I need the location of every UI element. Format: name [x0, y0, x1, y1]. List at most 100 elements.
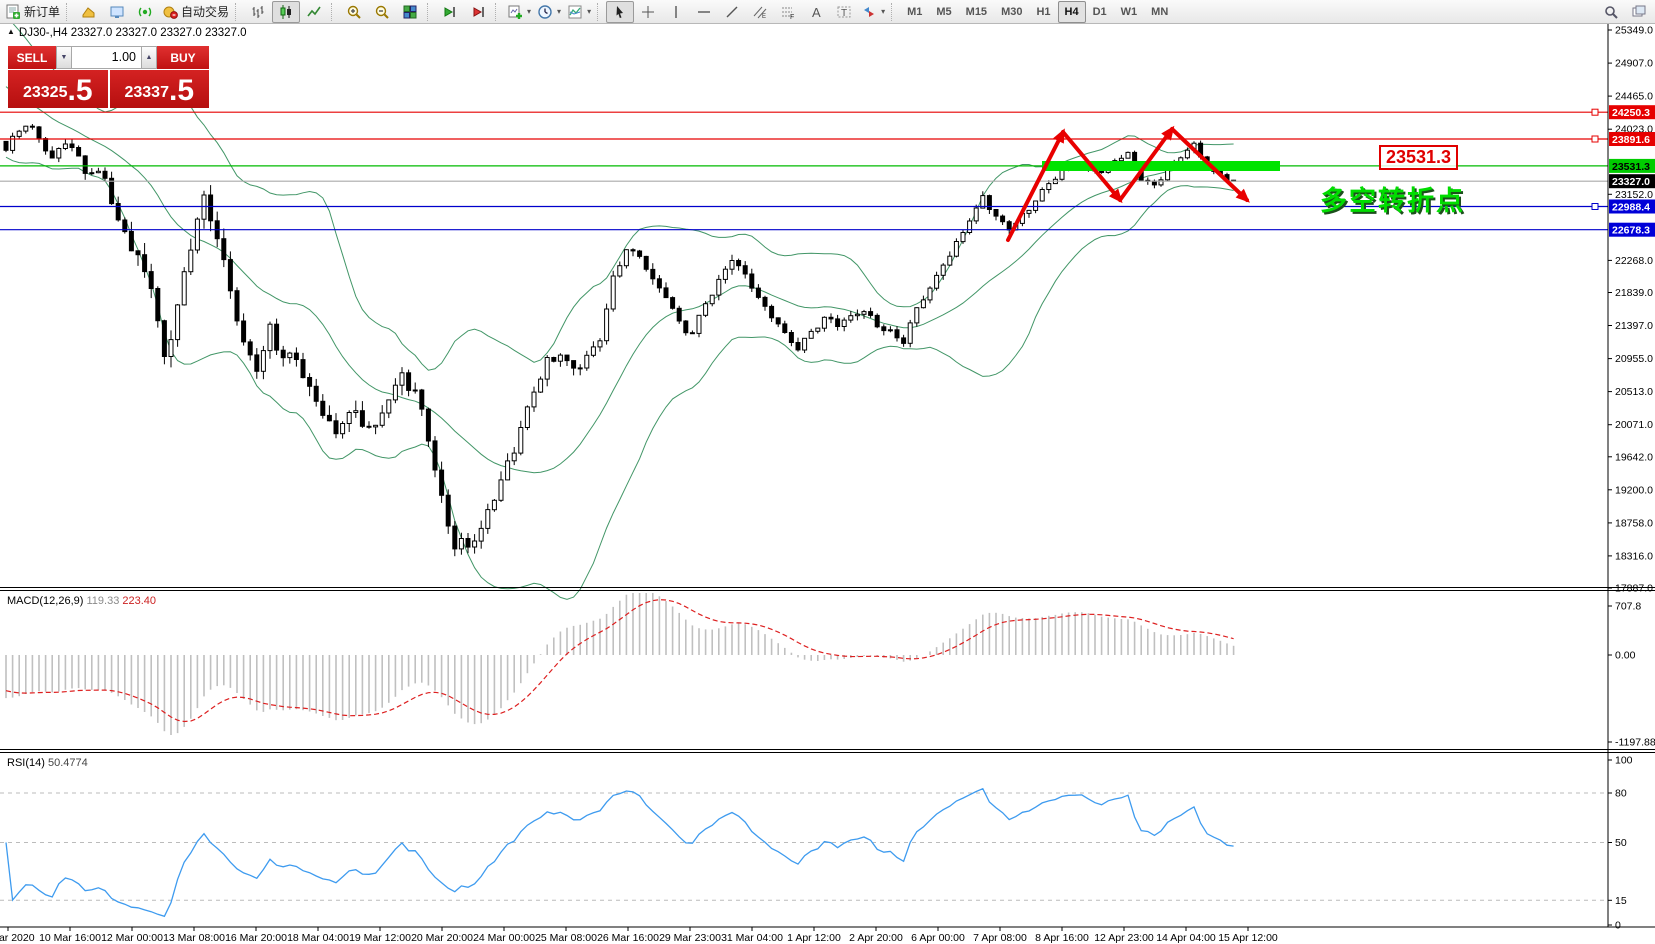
svg-text:12 Mar 00:00: 12 Mar 00:00: [101, 932, 163, 944]
auto-scroll-button[interactable]: [436, 1, 464, 23]
windows-icon: [1631, 4, 1647, 20]
line-chart-button[interactable]: [300, 1, 328, 23]
templates-button[interactable]: ▾: [564, 1, 594, 23]
windows-button[interactable]: [1625, 1, 1653, 23]
volume-increase-button[interactable]: ▲: [141, 46, 157, 69]
toolbar-separator: [66, 3, 71, 21]
svg-text:17887.0: 17887.0: [1615, 583, 1653, 595]
price-axis: 25349.024907.024465.024023.023152.022268…: [1608, 25, 1655, 932]
buy-price-panel[interactable]: 23337.5: [110, 70, 210, 108]
svg-text:2 Apr 20:00: 2 Apr 20:00: [849, 932, 903, 944]
chevron-down-icon[interactable]: ▾: [527, 7, 531, 16]
svg-text:22678.3: 22678.3: [1612, 225, 1650, 237]
chevron-down-icon[interactable]: ▾: [587, 7, 591, 16]
candlestick-icon: [278, 4, 294, 20]
support-zone-band[interactable]: [1042, 161, 1280, 171]
chevron-down-icon[interactable]: ▾: [881, 7, 885, 16]
toolbar-separator: [235, 3, 240, 21]
signals-button[interactable]: [131, 1, 159, 23]
svg-text:13 Mar 08:00: 13 Mar 08:00: [163, 932, 225, 944]
auto-scroll-icon: [442, 4, 458, 20]
zoom-in-button[interactable]: [340, 1, 368, 23]
svg-text:21839.0: 21839.0: [1615, 287, 1653, 299]
timeframe-m15-button[interactable]: M15: [959, 1, 994, 23]
fibonacci-button[interactable]: F: [774, 1, 802, 23]
svg-text:23891.6: 23891.6: [1612, 134, 1650, 146]
svg-text:23152.0: 23152.0: [1615, 189, 1653, 201]
text-button[interactable]: A: [802, 1, 830, 23]
svg-text:18316.0: 18316.0: [1615, 550, 1653, 562]
svg-text:15: 15: [1615, 895, 1627, 907]
turning-point-annotation[interactable]: 多空转折点: [1320, 179, 1465, 218]
label-icon: T: [836, 4, 852, 20]
macd-indicator-label: MACD(12,26,9) 119.33 223.40: [7, 595, 156, 607]
chart-canvas[interactable]: 25349.024907.024465.024023.023152.022268…: [0, 0, 1655, 944]
candlestick-button[interactable]: [272, 1, 300, 23]
auto-trading-icon: [162, 4, 178, 20]
svg-text:23531.3: 23531.3: [1612, 161, 1650, 173]
svg-text:24465.0: 24465.0: [1615, 91, 1653, 103]
svg-text:20071.0: 20071.0: [1615, 419, 1653, 431]
timeframe-m30-button[interactable]: M30: [994, 1, 1029, 23]
tile-windows-button[interactable]: [396, 1, 424, 23]
sell-button[interactable]: SELL: [8, 46, 56, 69]
channel-icon: E: [752, 4, 768, 20]
timeframe-m5-button[interactable]: M5: [929, 1, 958, 23]
svg-text:20 Mar 20:00: 20 Mar 20:00: [411, 932, 473, 944]
shapes-icon: [861, 4, 877, 20]
toolbar-group: 新订单: [2, 1, 63, 23]
zoom-out-button[interactable]: [368, 1, 396, 23]
cursor-button[interactable]: [606, 1, 634, 23]
timeframe-h1-button[interactable]: H1: [1029, 1, 1057, 23]
svg-text:20955.0: 20955.0: [1615, 353, 1653, 365]
toolbar-group: 自动交易: [75, 1, 232, 23]
search-button[interactable]: [1597, 1, 1625, 23]
bar-chart-button[interactable]: [244, 1, 272, 23]
timeframe-h4-button[interactable]: H4: [1058, 1, 1086, 23]
horizontal-line-button[interactable]: [690, 1, 718, 23]
auto-trading-label: 自动交易: [181, 3, 229, 20]
sell-price-panel[interactable]: 23325.5: [8, 70, 108, 108]
text-icon: A: [808, 4, 824, 20]
svg-text:29 Mar 23:00: 29 Mar 23:00: [659, 932, 721, 944]
buy-button[interactable]: BUY: [157, 46, 209, 69]
label-button[interactable]: T: [830, 1, 858, 23]
svg-text:10 Mar 16:00: 10 Mar 16:00: [39, 932, 101, 944]
charts-icon: [81, 4, 97, 20]
svg-text:707.8: 707.8: [1615, 601, 1641, 613]
auto-trading-button[interactable]: 自动交易: [159, 1, 232, 23]
vertical-line-button[interactable]: [662, 1, 690, 23]
one-click-panel-toggle-icon[interactable]: ▲: [7, 27, 15, 36]
svg-text:24250.3: 24250.3: [1612, 107, 1650, 119]
new-chart-button[interactable]: ▾: [504, 1, 534, 23]
toolbar-right-group: [1597, 1, 1653, 23]
svg-text:7 Apr 08:00: 7 Apr 08:00: [973, 932, 1027, 944]
svg-text:80: 80: [1615, 788, 1627, 800]
timeframe-d1-button[interactable]: D1: [1086, 1, 1114, 23]
main-toolbar: 新订单 自动交易 ▾ ▾ ▾ EFAT ▾ M1M5M15M30H1H4D1W1MN: [0, 0, 1655, 24]
chart-ohlc-title: ▲DJ30-,H4 23327.0 23327.0 23327.0 23327.…: [7, 27, 247, 39]
cursor-icon: [612, 4, 628, 20]
price-callout-box[interactable]: 23531.3: [1379, 145, 1458, 170]
timeframe-w1-button[interactable]: W1: [1114, 1, 1145, 23]
shapes-button[interactable]: ▾: [858, 1, 888, 23]
market-watch-button[interactable]: [103, 1, 131, 23]
crosshair-icon: [640, 4, 656, 20]
timeframe-mn-button[interactable]: MN: [1144, 1, 1175, 23]
toolbar-group: EFAT ▾: [606, 1, 888, 23]
svg-text:19 Mar 12:00: 19 Mar 12:00: [349, 932, 411, 944]
crosshair-button[interactable]: [634, 1, 662, 23]
chevron-down-icon[interactable]: ▾: [557, 7, 561, 16]
new-order-button[interactable]: 新订单: [2, 1, 63, 23]
channel-button[interactable]: E: [746, 1, 774, 23]
volume-input[interactable]: 1.00: [72, 46, 141, 69]
timeframe-m1-button[interactable]: M1: [900, 1, 929, 23]
periods-icon: [537, 4, 553, 20]
svg-text:A: A: [812, 5, 821, 20]
charts-button[interactable]: [75, 1, 103, 23]
svg-text:8 Apr 16:00: 8 Apr 16:00: [1035, 932, 1089, 944]
volume-decrease-button[interactable]: ▼: [56, 46, 72, 69]
periods-button[interactable]: ▾: [534, 1, 564, 23]
chart-shift-button[interactable]: [464, 1, 492, 23]
trendline-button[interactable]: [718, 1, 746, 23]
